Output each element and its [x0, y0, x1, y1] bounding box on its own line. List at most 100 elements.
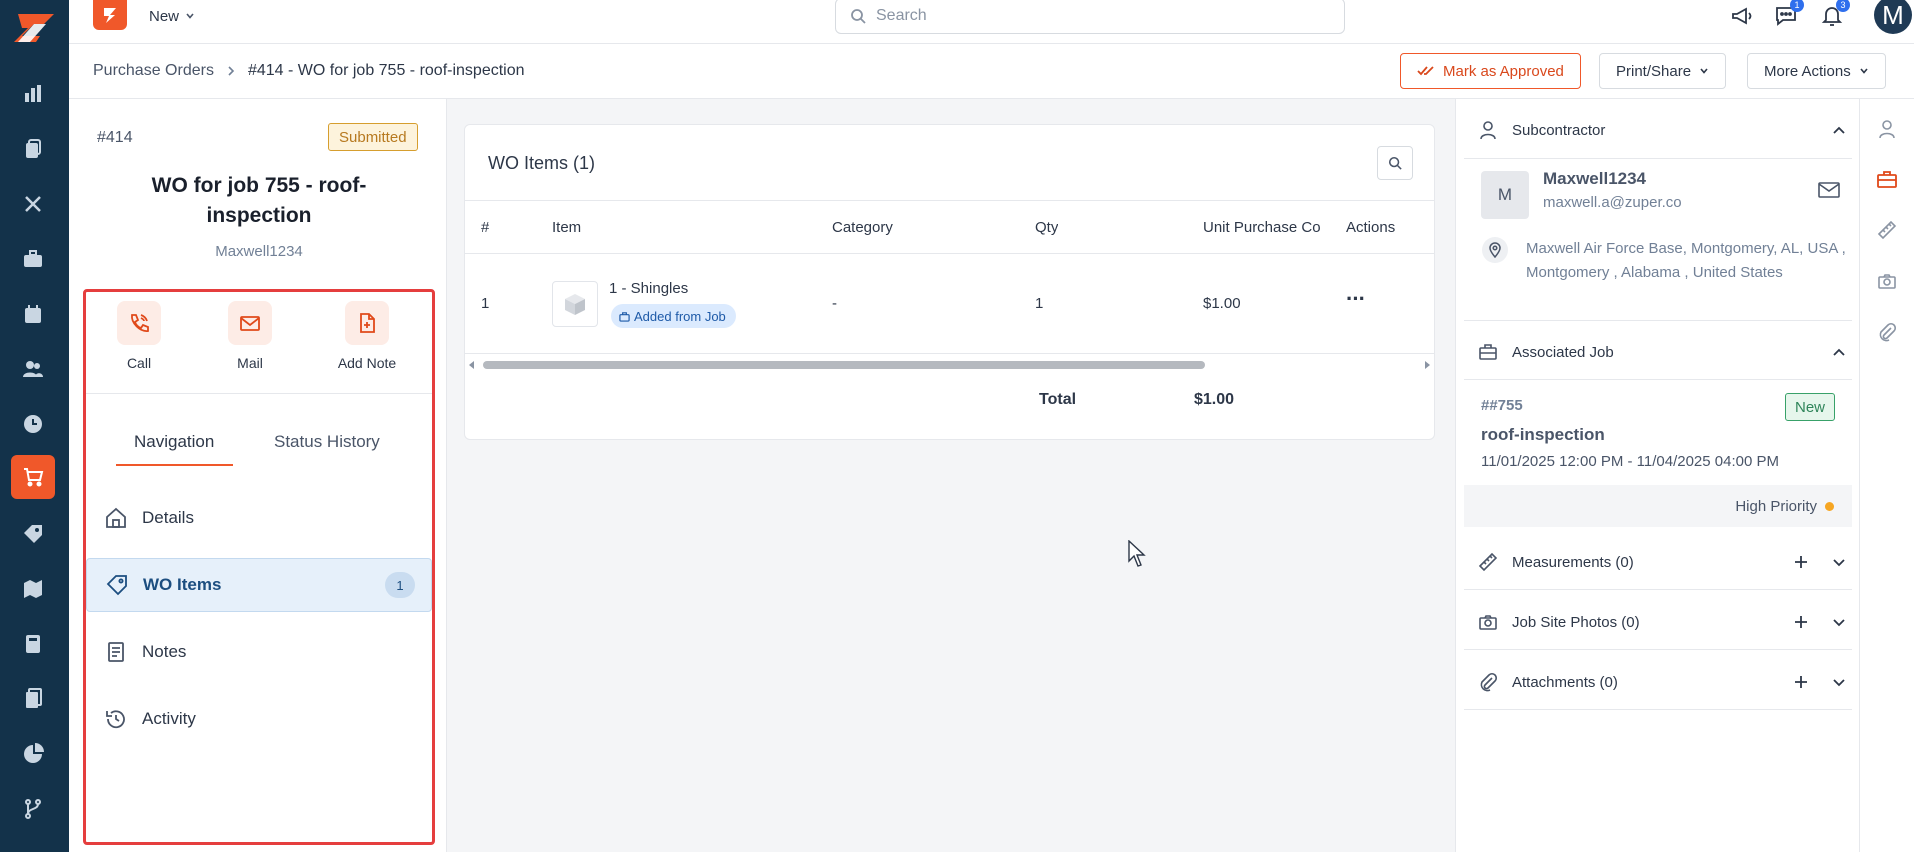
search-input[interactable] — [876, 7, 1316, 25]
notes-icon — [108, 642, 124, 662]
new-menu-button[interactable]: New — [149, 6, 195, 26]
mark-as-approved-button[interactable]: Mark as Approved — [1400, 53, 1581, 89]
paperclip-icon[interactable] — [1874, 319, 1900, 345]
rail-dashboard-icon[interactable] — [11, 72, 55, 116]
measurements-section-header[interactable]: Measurements (0) — [1464, 534, 1852, 590]
rail-workflow-icon[interactable] — [11, 787, 55, 831]
phone-icon — [131, 314, 149, 332]
nav-item-activity[interactable]: Activity — [86, 692, 432, 746]
double-check-icon — [1417, 66, 1434, 76]
po-number: #414 — [97, 129, 133, 146]
job-number[interactable]: ##755 — [1481, 397, 1523, 414]
rail-calculator-icon[interactable] — [11, 622, 55, 666]
nav-item-notes[interactable]: Notes — [86, 625, 432, 679]
subcontractor-address: Maxwell Air Force Base, Montgomery, AL, … — [1526, 240, 1846, 281]
nav-item-label: Notes — [142, 642, 187, 661]
rail-tag-icon[interactable] — [11, 512, 55, 556]
divider — [1464, 158, 1852, 159]
rail-reports-icon[interactable] — [11, 732, 55, 776]
notifications-bell-icon[interactable]: 3 — [1818, 0, 1850, 30]
subcontractor-section-header[interactable]: Subcontractor — [1464, 102, 1852, 158]
po-subcontractor-name: Maxwell1234 — [215, 243, 303, 260]
new-menu-label: New — [149, 7, 180, 25]
zuper-logo-icon[interactable] — [10, 6, 60, 50]
subcontractor-section-title: Subcontractor — [1512, 121, 1606, 139]
chevron-up-icon[interactable] — [1832, 345, 1846, 359]
page-header: Purchase Orders #414 - WO for job 755 - … — [69, 44, 1914, 99]
job-title[interactable]: roof-inspection — [1481, 425, 1605, 445]
more-actions-button[interactable]: More Actions — [1747, 53, 1886, 89]
item-name[interactable]: 1 - Shingles — [609, 280, 688, 297]
scroll-left-arrow-icon[interactable] — [468, 361, 476, 369]
subcontractor-name[interactable]: Maxwell1234 — [1543, 169, 1646, 189]
subcontractor-email[interactable]: maxwell.a@zuper.co — [1543, 194, 1682, 211]
rail-clock-icon[interactable] — [11, 402, 55, 446]
chevron-down-icon[interactable] — [1832, 615, 1846, 629]
status-badge: Submitted — [328, 123, 418, 151]
rail-briefcase-icon[interactable] — [11, 237, 55, 281]
associated-job-section-title: Associated Job — [1512, 343, 1614, 361]
person-icon — [1480, 121, 1496, 140]
camera-icon[interactable] — [1874, 268, 1900, 294]
total-label: Total — [1039, 391, 1077, 408]
plus-icon[interactable] — [1794, 615, 1808, 629]
mail-label: Mail — [237, 355, 263, 371]
horizontal-scrollbar[interactable] — [465, 357, 1434, 371]
nav-item-wo-items[interactable]: WO Items 1 — [86, 558, 432, 612]
search-icon — [1388, 156, 1402, 170]
mail-action-button[interactable]: Mail — [205, 301, 295, 371]
chevron-down-icon[interactable] — [1832, 675, 1846, 689]
divider — [1464, 589, 1852, 590]
print-share-button[interactable]: Print/Share — [1599, 53, 1727, 89]
tab-navigation[interactable]: Navigation — [134, 432, 214, 452]
column-header: Item — [552, 219, 582, 236]
briefcase-icon[interactable] — [1874, 166, 1900, 192]
tab-status-history[interactable]: Status History — [274, 432, 380, 452]
call-label: Call — [126, 355, 152, 371]
mail-icon — [240, 316, 260, 331]
added-from-job-tag: Added from Job — [611, 304, 736, 328]
job-site-photos-section-header[interactable]: Job Site Photos (0) — [1464, 594, 1852, 650]
rail-calendar-icon[interactable] — [11, 292, 55, 336]
nav-item-details[interactable]: Details — [86, 491, 432, 545]
wo-items-search-button[interactable] — [1377, 146, 1413, 180]
plus-icon[interactable] — [1794, 555, 1808, 569]
user-avatar[interactable]: M — [1874, 0, 1912, 34]
chat-icon[interactable]: 1 — [1772, 0, 1804, 30]
person-icon[interactable] — [1874, 116, 1900, 142]
scrollbar-thumb[interactable] — [483, 361, 1205, 369]
po-title: WO for job 755 - roof-inspection — [151, 174, 367, 227]
job-priority: High Priority — [1464, 485, 1852, 527]
attachments-section-header[interactable]: Attachments (0) — [1464, 654, 1852, 710]
rail-users-icon[interactable] — [11, 347, 55, 391]
details-side-panel: Subcontractor M Maxwell1234 maxwell.a@zu… — [1455, 99, 1859, 852]
plus-icon[interactable] — [1794, 675, 1808, 689]
added-from-job-label: Added from Job — [634, 308, 726, 324]
app-logo-icon[interactable] — [93, 0, 127, 30]
rail-purchase-orders-icon[interactable] — [11, 455, 55, 499]
notifications-badge: 3 — [1836, 0, 1850, 12]
briefcase-icon — [619, 311, 630, 322]
ruler-icon — [1478, 552, 1498, 572]
add-note-action-button[interactable]: Add Note — [322, 301, 412, 371]
total-value: $1.00 — [1194, 391, 1235, 408]
row-actions-menu-icon[interactable]: ··· — [1346, 286, 1366, 312]
breadcrumb: Purchase Orders #414 - WO for job 755 - … — [93, 62, 525, 80]
ruler-icon[interactable] — [1874, 217, 1900, 243]
scroll-right-arrow-icon[interactable] — [1423, 361, 1431, 369]
product-thumbnail-icon — [552, 281, 598, 327]
rail-map-icon[interactable] — [11, 567, 55, 611]
rail-documents-icon[interactable] — [11, 677, 55, 721]
breadcrumb-purchase-orders[interactable]: Purchase Orders — [93, 62, 214, 80]
column-header: Category — [832, 219, 893, 236]
chevron-down-icon[interactable] — [1832, 555, 1846, 569]
announcements-icon[interactable] — [1728, 2, 1756, 30]
rail-jobs-icon[interactable] — [11, 127, 55, 171]
mail-icon[interactable] — [1818, 181, 1840, 199]
chevron-up-icon[interactable] — [1832, 123, 1846, 137]
attachments-title: Attachments (0) — [1512, 673, 1618, 691]
global-search[interactable] — [835, 0, 1345, 34]
rail-tools-icon[interactable] — [11, 182, 55, 226]
call-action-button[interactable]: Call — [94, 301, 184, 371]
associated-job-section-header[interactable]: Associated Job — [1464, 324, 1852, 380]
